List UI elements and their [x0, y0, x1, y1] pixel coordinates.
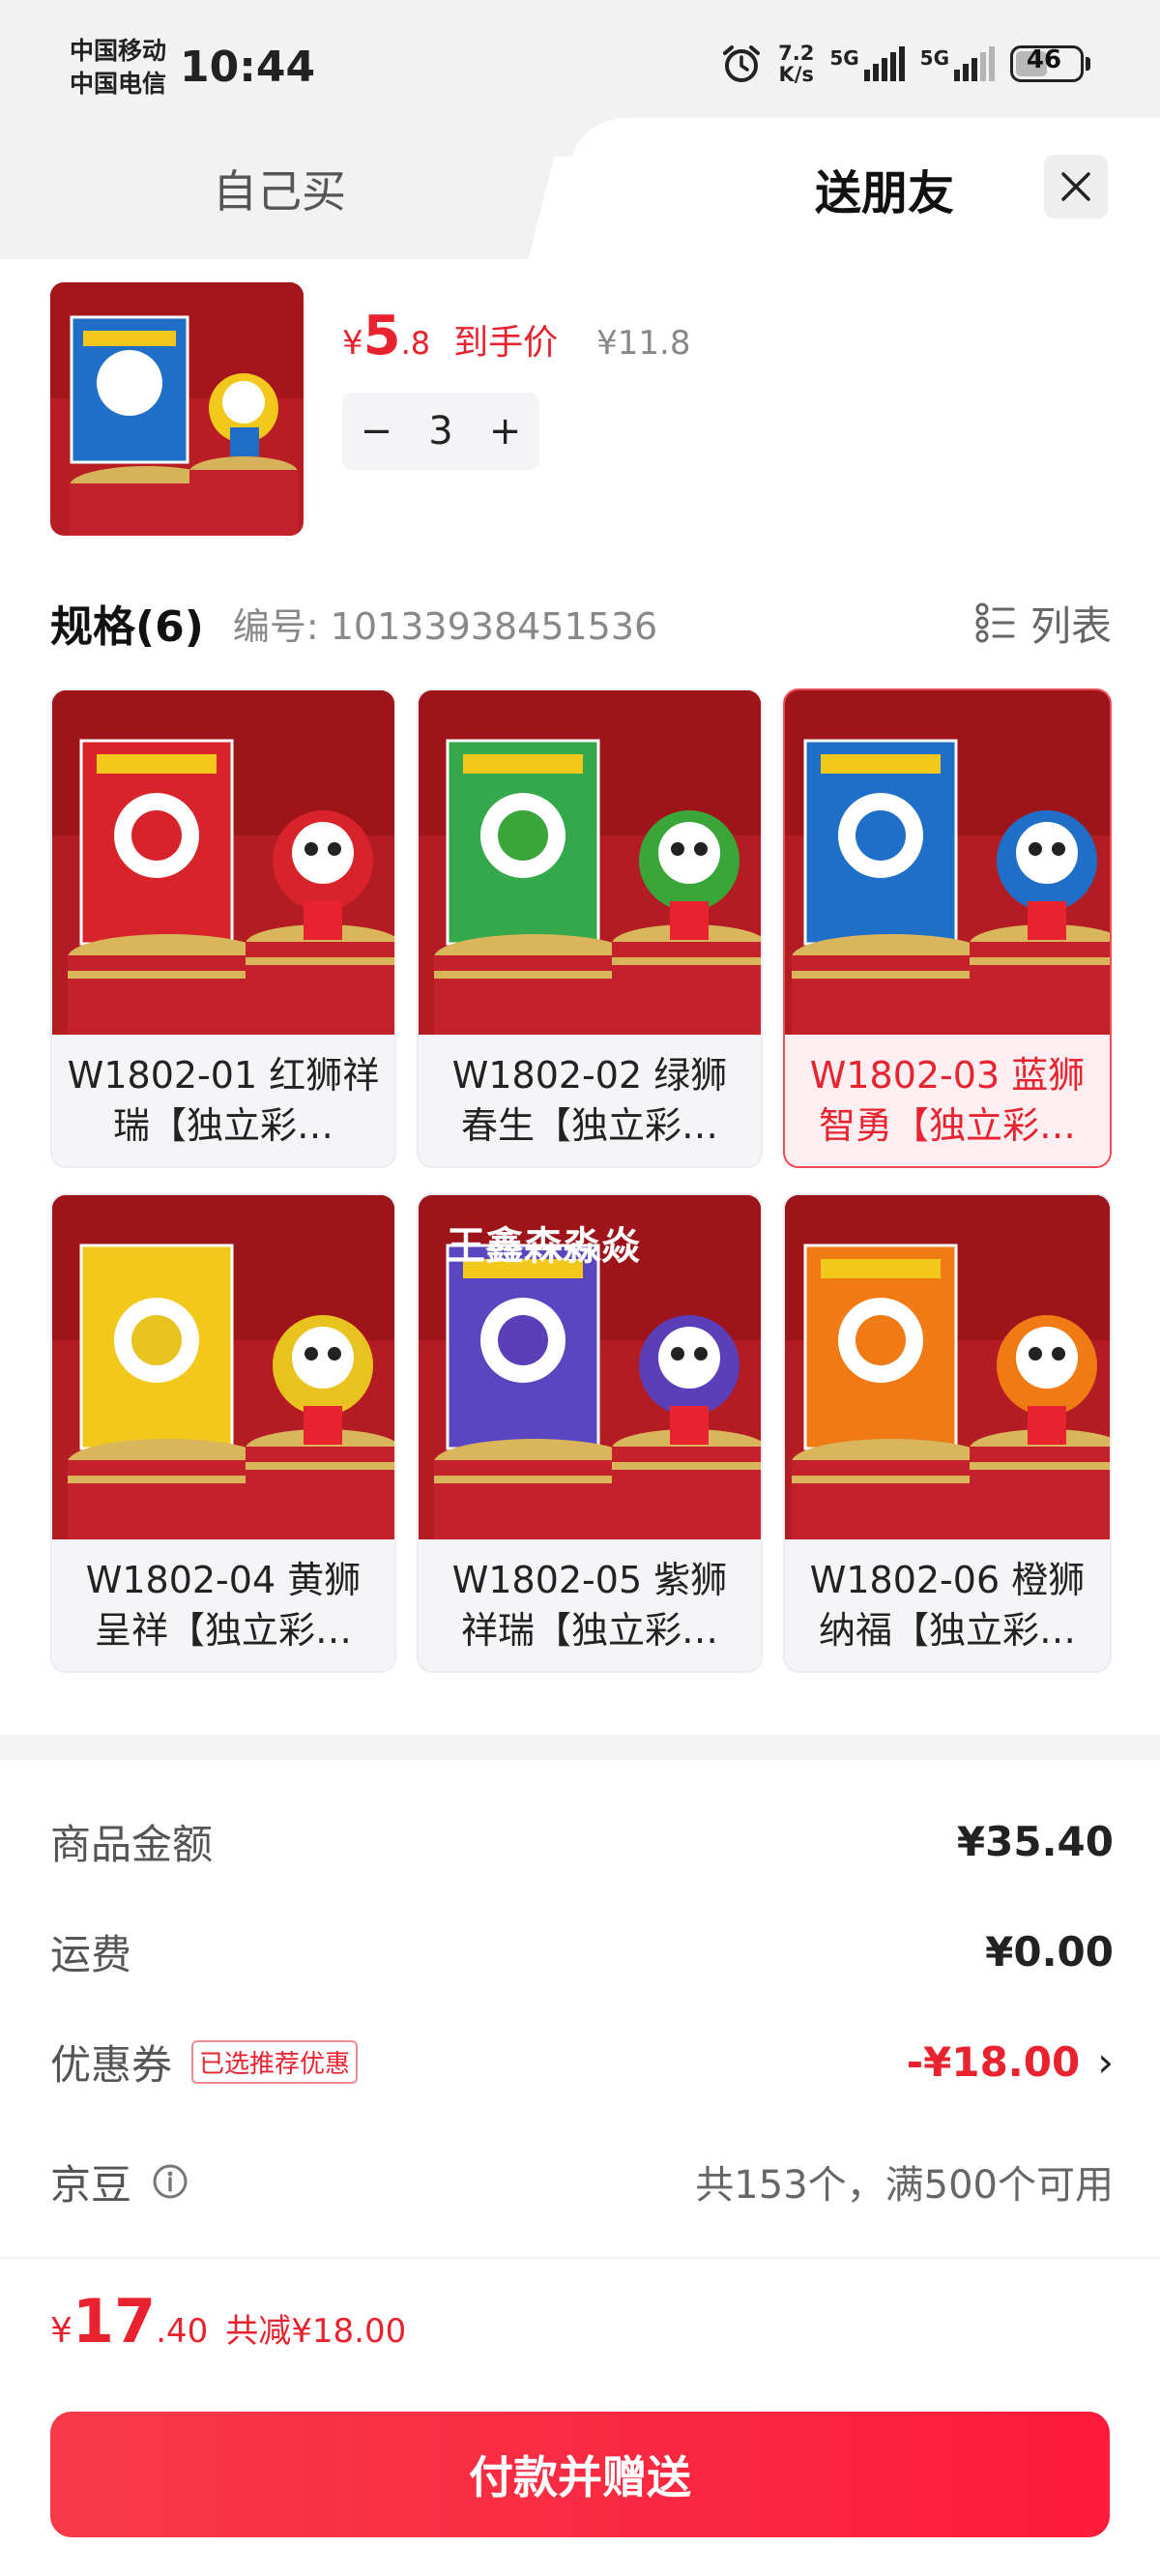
coupon-value: -¥18.00: [906, 2037, 1081, 2086]
tab-buy-self[interactable]: 自己买: [0, 118, 580, 259]
pay-and-gift-button[interactable]: 付款并赠送: [50, 2412, 1110, 2537]
variant-label-line2: 纳福【独立彩…: [818, 1609, 1076, 1652]
net-speed: 7.2 K/s: [778, 43, 814, 85]
spec-title: 规格(6): [50, 602, 204, 652]
increase-button[interactable]: +: [489, 409, 522, 454]
variant-card-6[interactable]: W1802-06 橙狮 纳福【独立彩…: [783, 1193, 1112, 1673]
section-divider: [0, 1735, 1160, 1760]
variant-label: W1802-05 紫狮 祥瑞【独立彩…: [432, 1555, 747, 1659]
goods-amount-row: 商品金额 ¥35.40: [50, 1802, 1114, 1880]
variant-label-line1: W1802-02 绿狮: [451, 1054, 728, 1097]
product-code: 编号: 10133938451536: [232, 604, 658, 648]
price-decimal: .8: [400, 325, 431, 362]
variant-card-2[interactable]: W1802-02 绿狮 春生【独立彩…: [417, 688, 763, 1168]
jingdou-row: 京豆 共153个，满500个可用: [50, 2143, 1114, 2220]
total-currency: ¥: [50, 2311, 72, 2351]
status-bar: 中国移动 中国电信 10:44 7.2 K/s 5G 5G 46: [0, 0, 1160, 118]
watermark-text: 王鑫森淼焱: [447, 1224, 640, 1269]
spec-header: 规格(6) 编号: 10133938451536 列表: [50, 592, 1112, 654]
variant-label: W1802-06 橙狮 纳福【独立彩…: [798, 1555, 1096, 1659]
shipping-label: 运费: [50, 1930, 132, 1978]
quantity-value[interactable]: 3: [428, 409, 452, 454]
variant-card-1[interactable]: W1802-01 红狮祥 瑞【独立彩…: [50, 688, 396, 1168]
quantity-stepper: − 3 +: [342, 393, 539, 470]
variant-label: W1802-02 绿狮 春生【独立彩…: [432, 1050, 747, 1155]
variant-label-line1: W1802-04 黄狮: [85, 1559, 362, 1601]
variant-image-2: [419, 690, 761, 1035]
variant-label-line1: W1802-05 紫狮: [451, 1559, 728, 1601]
signal-label-2: 5G: [919, 46, 949, 70]
battery-icon: 46: [1010, 45, 1090, 82]
clock: 10:44: [180, 43, 316, 92]
total-decimal: .40: [156, 2312, 209, 2351]
list-label: 列表: [1030, 601, 1112, 650]
variant-label: W1802-01 红狮祥 瑞【独立彩…: [66, 1050, 381, 1155]
net-speed-unit: K/s: [778, 63, 814, 86]
goods-amount-label: 商品金额: [50, 1820, 214, 1868]
close-button[interactable]: [1044, 155, 1108, 219]
price-integer: 5: [362, 305, 401, 367]
variant-label-line1: W1802-03 蓝狮: [809, 1054, 1086, 1097]
variant-image-3: [785, 690, 1110, 1035]
close-icon: [1061, 172, 1090, 201]
jingdou-label: 京豆: [50, 2160, 132, 2209]
jingdou-value: 共153个，满500个可用: [695, 2163, 1114, 2208]
total-line: ¥ 17 .40 共减¥18.00: [50, 2292, 406, 2352]
variant-label-line2: 春生【独立彩…: [460, 1104, 718, 1147]
list-icon: [975, 602, 1015, 643]
variant-image-4: [52, 1195, 394, 1539]
total-savings: 共减¥18.00: [225, 2312, 407, 2351]
info-icon[interactable]: [151, 2162, 189, 2201]
decrease-button[interactable]: −: [361, 409, 393, 454]
goods-amount-value: ¥35.40: [956, 1817, 1114, 1865]
variant-card-3[interactable]: W1802-03 蓝狮 智勇【独立彩…: [783, 688, 1112, 1168]
carrier-1: 中国移动: [70, 37, 167, 65]
shipping-row: 运费 ¥0.00: [50, 1913, 1114, 1990]
coupon-tag: 已选推荐优惠: [191, 2039, 359, 2084]
variant-label-line1: W1802-06 橙狮: [809, 1559, 1086, 1601]
battery-level: 46: [1026, 45, 1062, 74]
variant-label-line2: 智勇【独立彩…: [818, 1104, 1076, 1147]
status-icons: 7.2 K/s 5G 5G 46: [720, 39, 1090, 89]
original-price: ¥11.8: [596, 324, 691, 363]
variant-label-line1: W1802-01 红狮祥: [67, 1054, 380, 1097]
bottom-separator: [0, 2257, 1160, 2259]
variant-image-6: [785, 1195, 1110, 1539]
signal-label-1: 5G: [829, 46, 859, 70]
variant-image-1: [52, 690, 394, 1035]
carrier-2: 中国电信: [70, 70, 167, 98]
tab-gift-friend[interactable]: 送朋友: [754, 118, 1015, 259]
list-view-toggle[interactable]: 列表: [974, 594, 1112, 653]
alarm-icon: [723, 45, 761, 82]
price-currency: ¥: [342, 324, 363, 363]
final-price-label: 到手价: [453, 323, 559, 363]
price-line: ¥ 5 .8 到手价 ¥11.8: [342, 309, 691, 365]
product-summary: ¥ 5 .8 到手价 ¥11.8 − 3 +: [50, 282, 1114, 538]
purchase-mode-tabs: 自己买 送朋友: [0, 118, 1160, 259]
variant-label-line2: 祥瑞【独立彩…: [460, 1609, 718, 1652]
product-thumbnail[interactable]: [50, 282, 304, 536]
shipping-value: ¥0.00: [985, 1927, 1114, 1976]
chevron-right-icon: ›: [1097, 2037, 1114, 2086]
carrier-names: 中国移动 中国电信: [70, 35, 166, 101]
total-integer: 17: [72, 2286, 157, 2356]
variant-card-4[interactable]: W1802-04 黄狮 呈祥【独立彩…: [50, 1193, 396, 1673]
variant-label: W1802-03 蓝狮 智勇【独立彩…: [798, 1050, 1096, 1155]
variant-label-line2: 瑞【独立彩…: [112, 1104, 334, 1147]
coupon-label: 优惠券: [50, 2040, 173, 2089]
coupon-row[interactable]: 优惠券 已选推荐优惠 -¥18.00 ›: [50, 2023, 1114, 2100]
signal-icon-2: 5G: [920, 46, 995, 81]
signal-icon-1: 5G: [829, 46, 905, 81]
net-speed-value: 7.2: [778, 42, 815, 65]
variant-label-line2: 呈祥【独立彩…: [94, 1609, 352, 1652]
variant-label: W1802-04 黄狮 呈祥【独立彩…: [66, 1555, 381, 1659]
